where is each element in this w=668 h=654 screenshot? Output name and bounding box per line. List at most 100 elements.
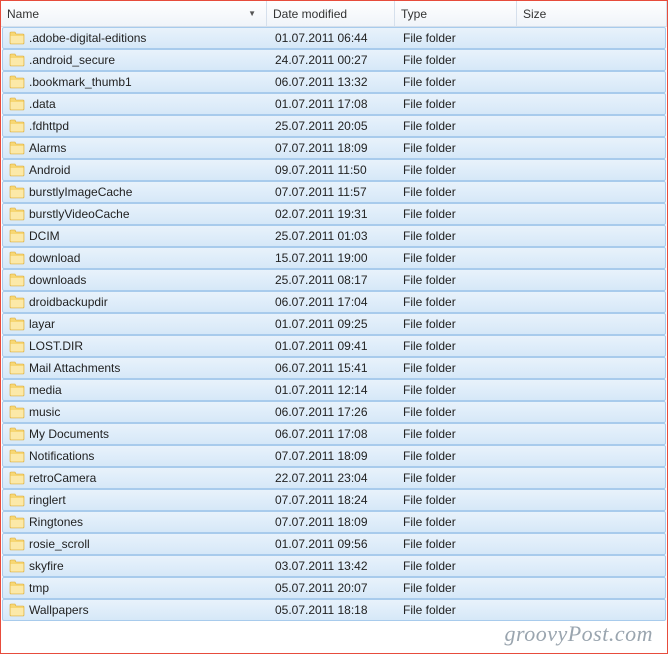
folder-icon (9, 141, 25, 155)
folder-icon (9, 31, 25, 45)
file-row[interactable]: .adobe-digital-editions01.07.2011 06:44F… (2, 27, 666, 49)
file-name-cell: Wallpapers (3, 603, 269, 617)
file-row[interactable]: burstlyVideoCache02.07.2011 19:31File fo… (2, 203, 666, 225)
file-type-cell: File folder (397, 75, 519, 89)
folder-icon (9, 53, 25, 67)
file-date-cell: 07.07.2011 18:09 (269, 449, 397, 463)
file-name-cell: skyfire (3, 559, 269, 573)
file-row[interactable]: .fdhttpd25.07.2011 20:05File folder (2, 115, 666, 137)
column-header-date[interactable]: Date modified (267, 1, 395, 26)
file-row[interactable]: burstlyImageCache07.07.2011 11:57File fo… (2, 181, 666, 203)
file-date-cell: 01.07.2011 09:25 (269, 317, 397, 331)
file-type-cell: File folder (397, 559, 519, 573)
file-name-label: Ringtones (29, 515, 83, 529)
file-row[interactable]: Android09.07.2011 11:50File folder (2, 159, 666, 181)
file-name-label: .fdhttpd (29, 119, 69, 133)
file-row[interactable]: ringlert 07.07.2011 18:24File folder (2, 489, 666, 511)
file-date-cell: 22.07.2011 23:04 (269, 471, 397, 485)
column-header-type-label: Type (401, 7, 427, 21)
folder-icon (9, 207, 25, 221)
file-type-cell: File folder (397, 581, 519, 595)
file-row[interactable]: layar01.07.2011 09:25File folder (2, 313, 666, 335)
file-name-cell: retroCamera (3, 471, 269, 485)
file-row[interactable]: media01.07.2011 12:14File folder (2, 379, 666, 401)
file-date-cell: 03.07.2011 13:42 (269, 559, 397, 573)
file-name-label: ringlert (29, 493, 66, 507)
file-name-label: rosie_scroll (29, 537, 90, 551)
folder-icon (9, 405, 25, 419)
file-name-label: DCIM (29, 229, 60, 243)
file-row[interactable]: .android_secure24.07.2011 00:27File fold… (2, 49, 666, 71)
folder-icon (9, 603, 25, 617)
file-name-cell: DCIM (3, 229, 269, 243)
file-row[interactable]: LOST.DIR01.07.2011 09:41File folder (2, 335, 666, 357)
file-date-cell: 07.07.2011 18:09 (269, 141, 397, 155)
file-name-label: Alarms (29, 141, 66, 155)
file-type-cell: File folder (397, 603, 519, 617)
file-row[interactable]: rosie_scroll01.07.2011 09:56File folder (2, 533, 666, 555)
file-name-cell: burstlyImageCache (3, 185, 269, 199)
file-name-label: .bookmark_thumb1 (29, 75, 132, 89)
file-row[interactable]: downloads25.07.2011 08:17File folder (2, 269, 666, 291)
folder-icon (9, 471, 25, 485)
file-row[interactable]: download15.07.2011 19:00File folder (2, 247, 666, 269)
file-name-cell: .adobe-digital-editions (3, 31, 269, 45)
file-type-cell: File folder (397, 185, 519, 199)
file-type-cell: File folder (397, 493, 519, 507)
file-name-label: Notifications (29, 449, 94, 463)
file-type-cell: File folder (397, 537, 519, 551)
file-name-cell: droidbackupdir (3, 295, 269, 309)
file-name-cell: media (3, 383, 269, 397)
file-row[interactable]: tmp05.07.2011 20:07File folder (2, 577, 666, 599)
file-name-cell: burstlyVideoCache (3, 207, 269, 221)
file-date-cell: 07.07.2011 18:24 (269, 493, 397, 507)
file-row[interactable]: skyfire 03.07.2011 13:42File folder (2, 555, 666, 577)
file-name-label: skyfire (29, 559, 64, 573)
column-header-type[interactable]: Type (395, 1, 517, 26)
file-row[interactable]: droidbackupdir06.07.2011 17:04File folde… (2, 291, 666, 313)
file-date-cell: 25.07.2011 08:17 (269, 273, 397, 287)
file-name-label: burstlyImageCache (29, 185, 132, 199)
file-date-cell: 06.07.2011 17:04 (269, 295, 397, 309)
file-name-cell: Android (3, 163, 269, 177)
column-header-date-label: Date modified (273, 7, 347, 21)
file-type-cell: File folder (397, 53, 519, 67)
file-type-cell: File folder (397, 361, 519, 375)
file-row[interactable]: Wallpapers05.07.2011 18:18File folder (2, 599, 666, 621)
file-row[interactable]: Notifications07.07.2011 18:09File folder (2, 445, 666, 467)
file-name-cell: Mail Attachments (3, 361, 269, 375)
folder-icon (9, 75, 25, 89)
file-date-cell: 06.07.2011 17:26 (269, 405, 397, 419)
file-type-cell: File folder (397, 119, 519, 133)
folder-icon (9, 339, 25, 353)
folder-icon (9, 185, 25, 199)
file-type-cell: File folder (397, 229, 519, 243)
file-name-label: music (29, 405, 60, 419)
file-type-cell: File folder (397, 317, 519, 331)
file-list[interactable]: .adobe-digital-editions01.07.2011 06:44F… (1, 27, 667, 621)
folder-icon (9, 317, 25, 331)
file-row[interactable]: My Documents06.07.2011 17:08File folder (2, 423, 666, 445)
file-row[interactable]: Alarms07.07.2011 18:09File folder (2, 137, 666, 159)
file-name-cell: download (3, 251, 269, 265)
file-type-cell: File folder (397, 427, 519, 441)
file-type-cell: File folder (397, 383, 519, 397)
file-row[interactable]: .data01.07.2011 17:08File folder (2, 93, 666, 115)
file-date-cell: 06.07.2011 13:32 (269, 75, 397, 89)
sort-arrow-icon: ▼ (248, 9, 256, 18)
file-name-label: Mail Attachments (29, 361, 120, 375)
file-date-cell: 07.07.2011 18:09 (269, 515, 397, 529)
file-row[interactable]: retroCamera22.07.2011 23:04File folder (2, 467, 666, 489)
column-header-size[interactable]: Size (517, 1, 667, 26)
file-row[interactable]: .bookmark_thumb1 06.07.2011 13:32File fol… (2, 71, 666, 93)
file-row[interactable]: Ringtones07.07.2011 18:09File folder (2, 511, 666, 533)
file-name-cell: My Documents (3, 427, 269, 441)
column-header-size-label: Size (523, 7, 546, 21)
file-row[interactable]: music06.07.2011 17:26File folder (2, 401, 666, 423)
file-row[interactable]: Mail Attachments06.07.2011 15:41File fol… (2, 357, 666, 379)
file-name-label: Android (29, 163, 70, 177)
file-name-label: .data (29, 97, 56, 111)
file-type-cell: File folder (397, 339, 519, 353)
column-header-name[interactable]: Name ▼ (1, 1, 267, 26)
file-row[interactable]: DCIM25.07.2011 01:03File folder (2, 225, 666, 247)
